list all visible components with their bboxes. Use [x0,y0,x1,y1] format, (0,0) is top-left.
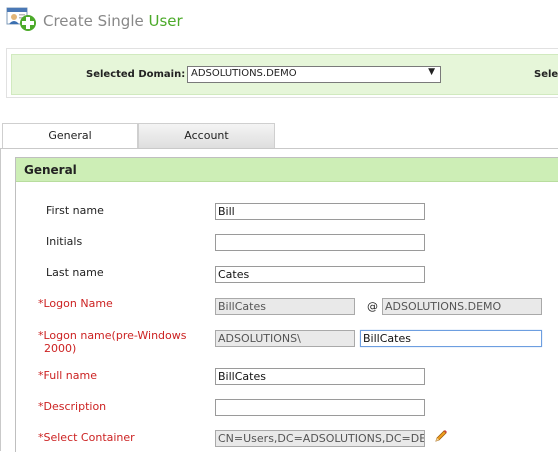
title-prefix: Create Single [43,12,149,30]
tab-bar: General Account [2,123,558,149]
title-highlight: User [148,12,183,30]
last-name-input[interactable]: Cates [215,266,425,283]
full-name-label-text: Full name [43,369,98,382]
dropdown-arrow-icon: ▼ [428,67,435,77]
last-name-label: Last name [46,266,104,279]
at-sign: @ [367,300,378,313]
description-label-text: Description [43,400,107,413]
logon-name-label-text: Logon Name [43,297,113,310]
logon-domain-input[interactable]: ADSOLUTIONS.DEMO [382,298,542,315]
logon-name-label: *Logon Name [38,297,113,310]
domain-panel: Selected Domain: ADSOLUTIONS.DEMO ▼ Sele [6,48,558,98]
pencil-icon[interactable] [434,429,448,443]
full-name-label: *Full name [38,369,97,382]
initials-label: Initials [46,235,83,248]
first-name-label: First name [46,204,104,217]
select-container-label: *Select Container [38,431,135,444]
domain-select[interactable]: ADSOLUTIONS.DEMO ▼ [187,66,441,83]
page-title: Create Single User [43,12,183,30]
description-label: *Description [38,400,106,413]
add-user-icon [6,7,36,31]
description-input[interactable] [215,399,425,416]
page-header: Create Single User [6,4,306,34]
logon-pre2000-input[interactable]: BillCates [360,330,542,347]
logon-pre2000-prefix: ADSOLUTIONS\ [215,330,355,347]
logon-pre2000-label-line1: Logon name(pre-Windows [43,329,187,342]
initials-input[interactable] [215,234,425,251]
tab-account[interactable]: Account [138,123,275,149]
first-name-input[interactable]: Bill [215,203,425,220]
section-title: General [16,158,558,182]
domain-right-label: Sele [534,69,558,80]
logon-pre2000-label: *Logon name(pre-Windows [38,329,187,342]
tab-content: General First name Bill Initials Last na… [0,148,558,452]
general-section: General First name Bill Initials Last na… [15,157,558,452]
tab-general[interactable]: General [2,123,138,149]
select-container-label-text: Select Container [43,431,135,444]
domain-label: Selected Domain: [86,69,186,80]
domain-select-value: ADSOLUTIONS.DEMO [191,68,297,79]
full-name-input[interactable]: BillCates [215,368,425,385]
domain-bar: Selected Domain: ADSOLUTIONS.DEMO ▼ Sele [11,54,558,95]
select-container-input[interactable]: CN=Users,DC=ADSOLUTIONS,DC=DEMO [215,430,425,447]
logon-name-input[interactable]: BillCates [215,298,355,315]
logon-pre2000-label-line2: 2000) [44,342,77,355]
